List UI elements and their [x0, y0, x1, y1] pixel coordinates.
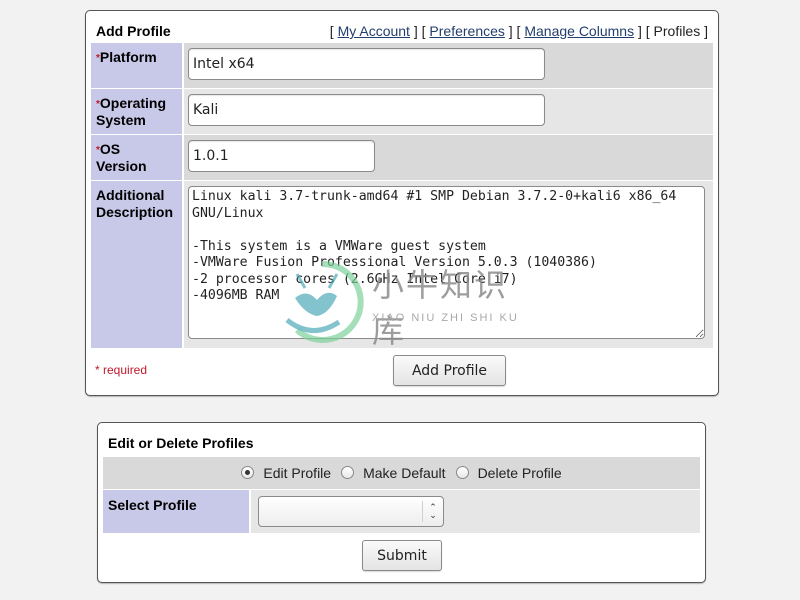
add-profile-panel: Add Profile [ My Account ] [ Preferences… [85, 10, 719, 396]
operating-system-input[interactable] [188, 94, 545, 126]
required-marker: * [96, 53, 100, 64]
platform-row: *Platform [91, 43, 713, 88]
delete-profile-option[interactable]: Delete Profile [455, 465, 562, 481]
platform-label: *Platform [91, 43, 184, 88]
os-version-label: *OS Version [91, 135, 184, 180]
account-nav: [ My Account ] [ Preferences ] [ Manage … [329, 23, 708, 39]
nav-preferences-link[interactable]: Preferences [429, 23, 504, 39]
make-default-option[interactable]: Make Default [341, 465, 446, 481]
description-textarea[interactable]: Linux kali 3.7-trunk-amd64 #1 SMP Debian… [188, 186, 705, 339]
edit-profile-option[interactable]: Edit Profile [241, 465, 331, 481]
select-arrows-icon: ⌃ ⌄ [429, 502, 437, 520]
select-profile-dropdown[interactable]: ⌃ ⌄ [258, 496, 444, 527]
submit-button[interactable]: Submit [362, 540, 442, 571]
os-version-input[interactable] [188, 140, 375, 172]
edit-profiles-header: Edit or Delete Profiles [108, 433, 695, 453]
edit-profile-radio[interactable] [241, 465, 255, 479]
select-profile-label: Select Profile [103, 490, 251, 533]
operating-system-label: *Operating System [91, 89, 184, 134]
add-profile-button[interactable]: Add Profile [393, 355, 506, 386]
add-profile-title: Add Profile [96, 23, 171, 39]
make-default-radio[interactable] [341, 465, 355, 479]
required-note: * required [95, 363, 148, 377]
add-profile-header: Add Profile [ My Account ] [ Preferences… [96, 21, 708, 41]
required-marker: * [96, 99, 100, 110]
delete-profile-radio[interactable] [455, 465, 469, 479]
nav-my-account-link[interactable]: My Account [338, 23, 410, 39]
required-marker: * [96, 145, 100, 156]
os-version-row: *OS Version [91, 135, 713, 180]
description-row: Additional Description Linux kali 3.7-tru… [91, 181, 713, 348]
nav-profiles-current: Profiles [653, 23, 701, 39]
description-label: Additional Description [91, 181, 184, 348]
platform-input[interactable] [188, 48, 545, 80]
select-profile-row: Select Profile ⌃ ⌄ [103, 490, 700, 533]
nav-manage-columns-link[interactable]: Manage Columns [524, 23, 634, 39]
edit-profiles-title: Edit or Delete Profiles [108, 435, 254, 451]
operating-system-row: *Operating System [91, 89, 713, 134]
profile-action-radio-group: Edit Profile Make Default Delete Profile [103, 457, 700, 489]
edit-profiles-panel: Edit or Delete Profiles Edit Profile Mak… [97, 422, 706, 583]
